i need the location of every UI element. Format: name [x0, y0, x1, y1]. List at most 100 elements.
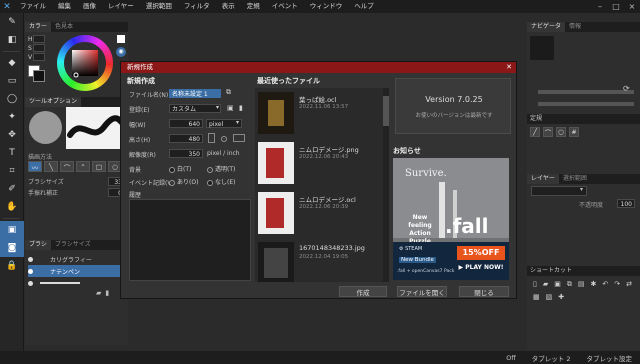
- open-file-button[interactable]: ファイルを開く: [397, 286, 447, 297]
- canvas-mode-icon[interactable]: ◙: [0, 239, 24, 257]
- foreground-color-swatch[interactable]: [33, 70, 45, 82]
- status-tablet[interactable]: タブレット 2: [524, 353, 579, 363]
- tab-tool-option[interactable]: ツールオプション: [25, 97, 82, 107]
- magic-wand-tool-icon[interactable]: ✦: [0, 108, 24, 126]
- status-tablet-settings[interactable]: タブレット設定: [579, 353, 640, 363]
- height-input[interactable]: 480: [169, 134, 203, 143]
- resolution-input[interactable]: 350: [169, 149, 203, 158]
- pen-tool-icon[interactable]: ✎: [0, 13, 24, 31]
- brush-item[interactable]: [28, 277, 123, 289]
- landscape-icon[interactable]: [233, 134, 245, 142]
- eyedropper-tool-icon[interactable]: ✐: [0, 180, 24, 198]
- tab-brush[interactable]: ブラシ: [25, 240, 51, 250]
- curve-icon[interactable]: ⌒: [60, 161, 74, 172]
- orientation-radio[interactable]: [221, 136, 227, 142]
- bg-transparent-option[interactable]: 透明(T): [207, 164, 235, 173]
- recent-file-item[interactable]: ニムロデメージ.png 2022.12.06 20:43: [255, 140, 381, 186]
- text-tool-icon[interactable]: T: [0, 144, 24, 162]
- news-banner[interactable]: Survive. New feeling Action Puzzle Game …: [393, 158, 509, 280]
- copy-name-icon[interactable]: ⧉: [226, 88, 231, 97]
- s-field[interactable]: [33, 44, 45, 52]
- h-field[interactable]: [33, 35, 45, 43]
- menu-item-1[interactable]: 編集: [52, 0, 77, 13]
- fill-tool-icon[interactable]: ◆: [0, 54, 24, 72]
- zoom-reset-icon[interactable]: ⟳: [623, 84, 630, 93]
- move-tool-icon[interactable]: ✥: [0, 126, 24, 144]
- new-file-icon[interactable]: ▯: [533, 280, 537, 289]
- settings-icon[interactable]: ✱: [591, 280, 597, 289]
- ruler-ellipse-icon[interactable]: ○: [556, 127, 566, 137]
- white-swatch-icon[interactable]: [117, 35, 125, 43]
- image-icon[interactable]: ▧: [546, 293, 553, 301]
- color-mode-icon[interactable]: ◉: [116, 47, 126, 57]
- minimize-button[interactable]: –: [592, 0, 608, 13]
- lock-icon[interactable]: 🔒: [0, 257, 24, 275]
- eraser-tool-icon[interactable]: ◧: [0, 31, 24, 49]
- open-folder-icon[interactable]: ▰: [543, 280, 548, 289]
- tab-layer[interactable]: レイヤー: [527, 174, 559, 184]
- blend-mode-select[interactable]: [531, 186, 587, 196]
- zoom-slider[interactable]: [538, 90, 634, 94]
- recent-files-scrollbar[interactable]: [383, 88, 389, 282]
- folder-icon[interactable]: ▰: [96, 289, 101, 297]
- tab-navigator[interactable]: ナビゲータ: [527, 22, 566, 32]
- status-off[interactable]: Off: [498, 354, 524, 362]
- create-button[interactable]: 作成: [339, 286, 387, 297]
- dialog-close-icon[interactable]: ✕: [506, 62, 512, 73]
- rotate-slider[interactable]: [538, 102, 634, 106]
- crop-tool-icon[interactable]: ⌗: [0, 162, 24, 180]
- recent-file-item[interactable]: 葉っぱ絵.ocl 2022.11.06 13:57: [255, 90, 381, 136]
- bg-white-option[interactable]: 白(T): [169, 164, 191, 173]
- hand-tool-icon[interactable]: ✋: [0, 198, 24, 216]
- copy-icon[interactable]: ⧉: [567, 280, 572, 289]
- tablet-mode-icon[interactable]: ▣: [0, 221, 24, 239]
- tab-info[interactable]: 情報: [565, 22, 585, 32]
- event-on-option[interactable]: あり(O): [169, 177, 198, 186]
- ruler-curve-icon[interactable]: ⌒: [543, 127, 553, 137]
- app-logo-icon[interactable]: ✕: [0, 0, 14, 13]
- paste-icon[interactable]: ▤: [578, 280, 585, 289]
- menu-item-2[interactable]: 画像: [77, 0, 102, 13]
- rectangle-icon[interactable]: □: [92, 161, 106, 172]
- close-button[interactable]: 閉じる: [459, 286, 509, 297]
- tab-swatches[interactable]: 色見本: [51, 22, 77, 32]
- recent-file-item[interactable]: 1670148348233.jpg 2022.12.04 19:05: [255, 240, 381, 282]
- line-icon[interactable]: ╲: [44, 161, 58, 172]
- polyline-icon[interactable]: ⌃: [76, 161, 90, 172]
- save-preset-icon[interactable]: ▣: [227, 104, 234, 112]
- menu-item-8[interactable]: イベント: [266, 0, 304, 13]
- preset-select[interactable]: カスタム: [169, 104, 221, 113]
- delete-preset-icon[interactable]: ▮: [239, 104, 243, 112]
- portrait-icon[interactable]: [208, 133, 215, 143]
- v-field[interactable]: [33, 53, 45, 61]
- menu-item-10[interactable]: ヘルプ: [348, 0, 380, 13]
- freehand-icon[interactable]: 〰: [28, 161, 42, 172]
- flip-icon[interactable]: ⇄: [626, 280, 632, 289]
- tab-brush-size[interactable]: ブラシサイズ: [51, 240, 95, 250]
- save-icon[interactable]: ▣: [554, 280, 561, 289]
- maximize-button[interactable]: □: [608, 0, 624, 13]
- menu-item-0[interactable]: ファイル: [14, 0, 52, 13]
- ruler-line-icon[interactable]: ╱: [530, 127, 540, 137]
- menu-item-5[interactable]: フィルタ: [178, 0, 216, 13]
- menu-item-7[interactable]: 定規: [241, 0, 266, 13]
- scrollbar-thumb[interactable]: [383, 96, 389, 126]
- tab-color[interactable]: カラー: [25, 22, 52, 32]
- trash-icon[interactable]: ▮: [105, 289, 109, 297]
- layer-add-icon[interactable]: ✚: [558, 293, 564, 301]
- menu-item-3[interactable]: レイヤー: [102, 0, 140, 13]
- brush-item[interactable]: カリグラフィー: [28, 253, 123, 265]
- recent-file-item[interactable]: ニムロデメージ.ocl 2022.12.06 20:39: [255, 190, 381, 236]
- menu-item-9[interactable]: ウィンドウ: [304, 0, 349, 13]
- close-window-button[interactable]: ×: [624, 0, 640, 13]
- width-input[interactable]: 640: [169, 119, 203, 128]
- history-list[interactable]: [129, 199, 251, 281]
- opacity-value[interactable]: 100: [617, 199, 635, 208]
- ruler-grid-icon[interactable]: #: [569, 127, 579, 137]
- grid-icon[interactable]: ▦: [533, 293, 540, 301]
- lasso-tool-icon[interactable]: ◯: [0, 90, 24, 108]
- menu-item-6[interactable]: 表示: [216, 0, 241, 13]
- select-rect-tool-icon[interactable]: ▭: [0, 72, 24, 90]
- brush-item[interactable]: ナテンペン: [28, 265, 123, 277]
- redo-icon[interactable]: ↷: [614, 280, 620, 289]
